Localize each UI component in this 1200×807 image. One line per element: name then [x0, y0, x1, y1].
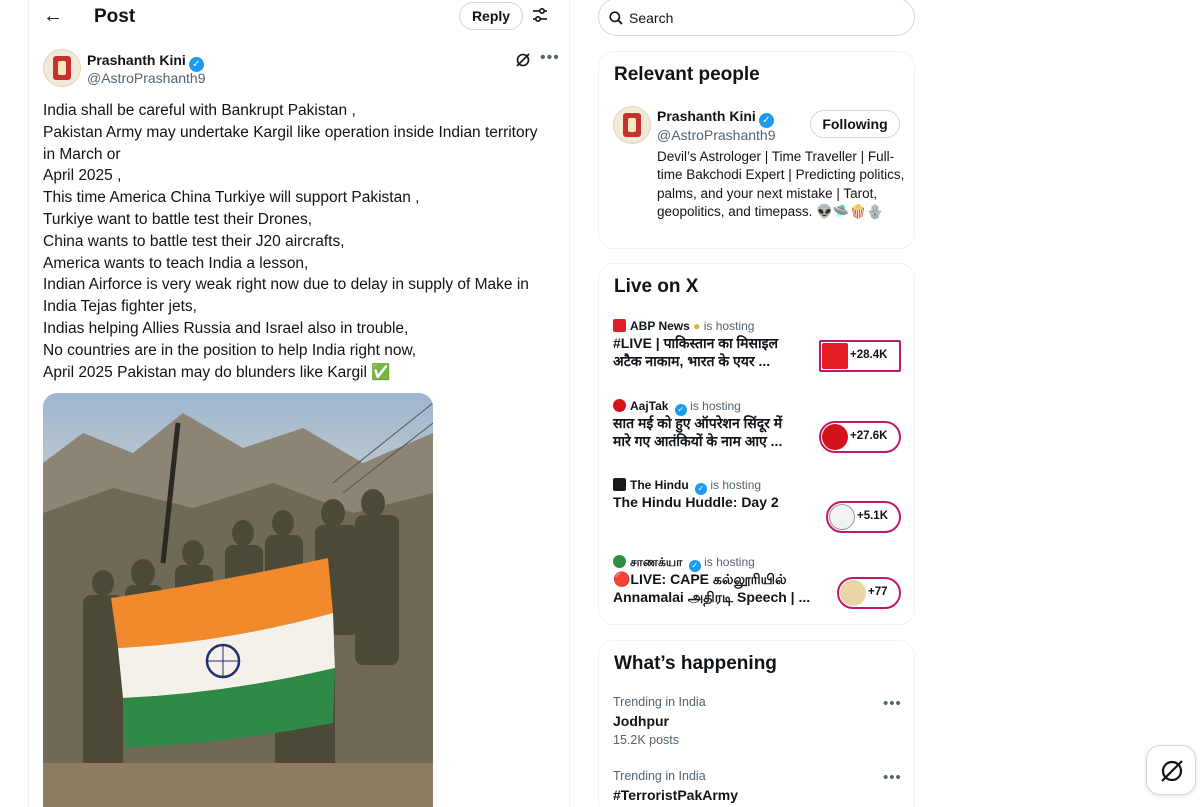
abp-news-logo-icon — [613, 319, 626, 332]
whats-happening-card: What’s happening Trending in India Jodhp… — [598, 640, 915, 807]
settings-sliders-icon[interactable] — [531, 6, 549, 24]
post-line: Indian Airforce is very weak right now d… — [43, 276, 529, 294]
soldiers-with-flag-image — [43, 402, 433, 807]
trend-item[interactable]: Trending in India Jodhpur 15.2K posts ••… — [613, 695, 903, 755]
author-avatar[interactable] — [43, 49, 81, 87]
grok-icon — [1161, 760, 1183, 782]
author-handle[interactable]: @AstroPrashanth9 — [87, 70, 206, 86]
aajtak-logo-icon — [822, 424, 848, 450]
post-column: ← Post Reply Prashanth Kini ✓ @AstroPrash… — [28, 0, 570, 807]
post-line: America wants to teach India a lesson, — [43, 254, 309, 272]
post-line: India Tejas fighter jets, — [43, 298, 197, 316]
post-line: No countries are in the position to help… — [43, 341, 417, 359]
grok-button[interactable] — [1146, 745, 1196, 795]
grok-icon[interactable] — [515, 52, 531, 68]
relevant-people-title: Relevant people — [614, 64, 760, 85]
person-name[interactable]: Prashanth Kini ✓ — [657, 108, 774, 128]
following-button[interactable]: Following — [810, 110, 900, 138]
post-header: ← Post Reply — [29, 0, 571, 34]
reply-button[interactable]: Reply — [459, 2, 523, 30]
post-line: Indias helping Allies Russia and Israel … — [43, 319, 409, 337]
post-line: Turkiye want to battle test their Drones… — [43, 210, 313, 228]
post-text: India shall be careful with Bankrupt Pak… — [43, 100, 563, 383]
verified-badge-icon: ✓ — [758, 113, 774, 128]
post-line: Pakistan Army may undertake Kargil like … — [43, 123, 538, 141]
live-count-pill[interactable]: +28.4K — [819, 340, 901, 372]
post-line: April 2025 Pakistan may do blunders like… — [43, 363, 391, 381]
person-avatar[interactable] — [613, 106, 651, 144]
more-options-icon[interactable]: ••• — [883, 695, 902, 712]
abp-news-logo-icon — [822, 343, 848, 369]
more-options-icon[interactable]: ••• — [883, 769, 902, 786]
the-hindu-logo-icon — [613, 478, 626, 491]
live-count-pill[interactable]: +5.1K — [826, 501, 901, 533]
page-title: Post — [94, 6, 136, 27]
chanakya-logo-icon — [613, 555, 626, 568]
person-bio: Devil’s Astrologer | Time Traveller | Fu… — [657, 149, 905, 219]
live-on-x-card: Live on X ABP News ● is hosting #LIVE | … — [598, 263, 915, 625]
post-line: April 2025 , — [43, 167, 122, 185]
chanakya-logo-icon — [840, 580, 866, 606]
trend-item[interactable]: Trending in India #TerroristPakArmy ••• — [613, 769, 903, 807]
live-count-pill[interactable]: +77 — [837, 577, 901, 609]
search-input[interactable]: Search — [629, 10, 673, 26]
more-options-icon[interactable]: ••• — [540, 49, 560, 67]
post-line: India shall be careful with Bankrupt Pak… — [43, 102, 356, 119]
search-icon — [609, 11, 623, 25]
live-count-pill[interactable]: +27.6K — [819, 421, 901, 453]
person-handle[interactable]: @AstroPrashanth9 — [657, 127, 776, 143]
relevant-people-card: Relevant people Prashanth Kini ✓ @AstroPr… — [598, 51, 915, 249]
verified-gold-icon: ● — [693, 319, 701, 333]
back-arrow-icon[interactable]: ← — [43, 5, 65, 27]
post-line: This time America China Turkiye will sup… — [43, 189, 420, 207]
live-on-x-title: Live on X — [614, 276, 699, 297]
whats-happening-title: What’s happening — [614, 653, 777, 674]
post-line: China wants to battle test their J20 air… — [43, 232, 345, 250]
aajtak-logo-icon — [613, 399, 626, 412]
search-box[interactable]: Search — [598, 0, 915, 36]
the-hindu-logo-icon — [829, 504, 855, 530]
author-name[interactable]: Prashanth Kini ✓ — [87, 52, 204, 72]
post-photo[interactable] — [43, 393, 433, 807]
post-line: in March or — [43, 145, 121, 163]
